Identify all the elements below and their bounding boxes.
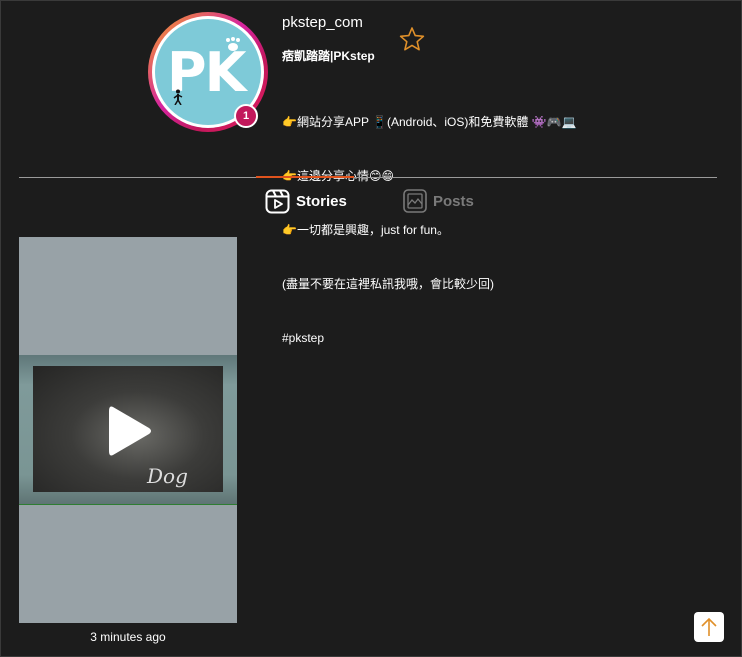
arrow-up-icon xyxy=(701,617,717,636)
favorite-star-icon[interactable] xyxy=(398,25,426,53)
profile-bio: 👉網站分享APP 📱(Android、iOS)和免費軟體 👾🎮💻 👉這邊分享心情… xyxy=(282,77,577,365)
story-thumbnail[interactable]: Dog xyxy=(19,237,237,623)
tab-posts[interactable]: Posts xyxy=(403,189,474,213)
active-tab-indicator xyxy=(256,176,354,178)
footprint-icon xyxy=(226,37,240,51)
profile-username: pkstep_com xyxy=(282,14,363,31)
bio-line: 👉網站分享APP 📱(Android、iOS)和免費軟體 👾🎮💻 xyxy=(282,115,577,129)
person-figure-icon xyxy=(173,89,183,105)
story-timestamp: 3 minutes ago xyxy=(90,630,166,644)
tab-stories-label: Stories xyxy=(296,193,347,210)
profile-full-name: 痞凱踏踏|PKstep xyxy=(282,49,375,63)
story-overlay-text: Dog xyxy=(147,464,188,488)
story-count-badge: 1 xyxy=(234,104,258,128)
bio-hashtag[interactable]: #pkstep xyxy=(282,329,577,347)
scroll-to-top-button[interactable] xyxy=(694,612,724,642)
reels-icon xyxy=(265,189,290,214)
bio-line: (盡量不要在這裡私訊我哦，會比較少回) xyxy=(282,277,494,291)
tab-posts-label: Posts xyxy=(433,192,474,210)
section-divider xyxy=(19,177,717,178)
tab-stories[interactable]: Stories xyxy=(265,189,347,214)
story-progress-line xyxy=(19,504,237,505)
profile-avatar[interactable]: PK 1 xyxy=(148,12,268,132)
image-icon xyxy=(403,189,427,213)
play-icon[interactable] xyxy=(105,403,153,459)
bio-line: 👉一切都是興趣，just for fun。 xyxy=(282,223,449,237)
